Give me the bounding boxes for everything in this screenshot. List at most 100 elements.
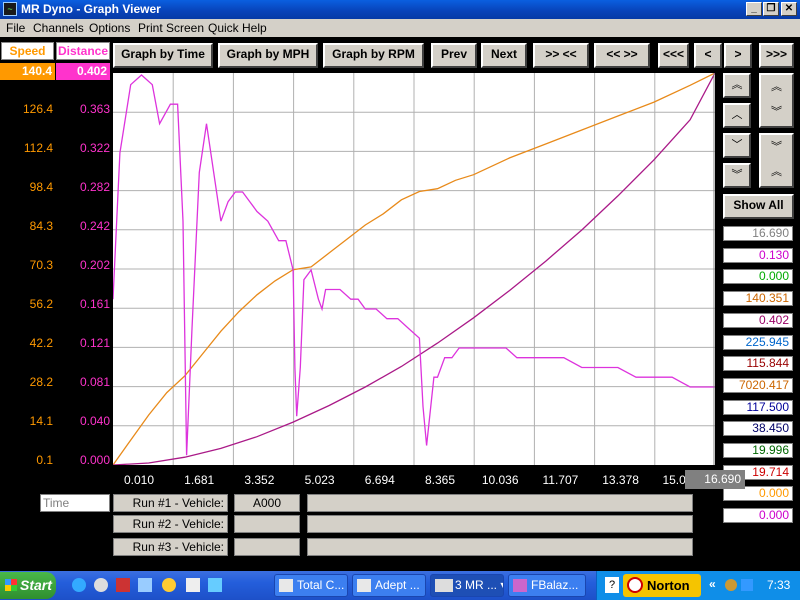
restore-button[interactable]: ❐ [763,2,779,16]
scroll-down-double-button[interactable]: ︾ [723,163,751,188]
speed-scale-label: 84.3 [29,219,53,233]
distance-scale-label: 0.040 [79,414,110,428]
task-adept[interactable]: Adept ... [352,574,426,597]
readout-value[interactable]: 117.500 [723,399,793,415]
clock-app-icon[interactable] [162,578,176,592]
readout-value[interactable]: 38.450 [723,421,793,437]
document-icon[interactable] [138,578,152,592]
x-tick-label: 3.352 [244,473,275,487]
speed-scale-label: 28.2 [29,375,53,389]
menu-file[interactable]: File [6,21,25,35]
task-icon [435,579,453,592]
readout-value[interactable]: 140.351 [723,291,793,307]
scroll-up-button[interactable]: ︿ [723,103,751,128]
readout-value[interactable]: 225.945 [723,334,793,350]
x-tick-label: 5.023 [304,473,335,487]
run-3-vehicle[interactable] [234,538,300,556]
tray-app-icon[interactable] [725,579,737,591]
task-icon [279,579,293,592]
task-label: FBalaz... [531,578,579,592]
menu-quick-help[interactable]: Quick Help [208,21,267,35]
menu-options[interactable]: Options [89,21,130,35]
save-icon[interactable] [116,578,130,592]
scroll-left-button[interactable]: < [694,43,722,68]
run-1-info [307,494,693,512]
graph-plot[interactable] [113,73,715,465]
readout-value[interactable]: 0.130 [723,247,793,263]
distance-scale-label: 0.322 [79,141,110,155]
run-3-label: Run #3 - Vehicle: [113,538,228,556]
run-2-vehicle[interactable] [234,515,300,533]
readout-value[interactable]: 19.996 [723,443,793,458]
speed-scale-label: 112.4 [23,141,53,155]
distance-scale-label: 0.242 [79,219,110,233]
zoom-out-button[interactable]: << >> [594,43,650,68]
help-icon[interactable]: ? [605,577,619,593]
scroll-start-button[interactable]: <<< [658,43,689,68]
graph-by-rpm-button[interactable]: Graph by RPM [323,43,424,68]
distance-scale-label: 0.202 [79,258,110,272]
readout-value[interactable]: 16.690 [723,226,793,241]
distance-scale-label: 0.161 [79,297,110,311]
distance-scale-label: 0.282 [79,180,110,194]
x-channel-field[interactable]: Time [40,494,110,512]
browser-icon[interactable] [72,578,86,592]
distance-scale-label: 0.000 [79,453,110,467]
clock: 7:33 [767,578,791,592]
system-tray: ? Norton « 7:33 [596,571,800,600]
media-player-icon[interactable] [94,578,108,592]
norton-icon [627,577,643,593]
zoom-in-button[interactable]: >> << [533,43,589,68]
distance-scale-label: 0.363 [79,102,110,116]
title-bar: ~ MR Dyno - Graph Viewer _ ❐ ✕ [0,0,800,19]
menu-print-screen[interactable]: Print Screen [138,21,204,35]
x-tick-label: 0.010 [123,473,155,487]
speed-scale-label: 98.4 [29,180,53,194]
start-label: Start [20,577,52,593]
graph-by-time-button[interactable]: Graph by Time [113,43,213,68]
network-icon[interactable] [741,579,753,591]
start-button[interactable]: Start [0,572,56,599]
readout-value[interactable]: 115.844 [723,356,793,372]
run-1-vehicle[interactable]: A000 [234,494,300,512]
minimize-button[interactable]: _ [746,2,762,16]
x-tick-label: 13.378 [602,473,639,487]
close-button[interactable]: ✕ [781,2,797,16]
expand-scale-button[interactable]: ︽ ︾ [759,73,794,128]
run-2-label: Run #2 - Vehicle: [113,515,228,533]
task-fbalaz[interactable]: FBalaz... [508,574,586,597]
notepad-icon[interactable] [186,578,200,592]
menu-channels[interactable]: Channels [33,21,84,35]
graph-by-mph-button[interactable]: Graph by MPH [218,43,318,68]
x-tick-label: 11.707 [542,473,579,487]
speed-top-value: 140.4 [0,63,55,80]
compress-scale-button[interactable]: ︾ ︽ [759,133,794,188]
norton-button[interactable]: Norton [623,574,701,597]
x-tick-label: 8.365 [424,473,456,487]
speed-scale-label: 70.3 [29,258,53,272]
run-3-info [307,538,693,556]
prev-button[interactable]: Prev [431,43,477,68]
scroll-right-button[interactable]: > [724,43,752,68]
tray-expand-icon[interactable]: « [709,577,716,591]
task-mr-dyno[interactable]: 3 MR ... ▾ [430,574,504,597]
readout-value[interactable]: 0.000 [723,508,793,524]
speed-header: Speed [1,42,54,60]
readout-value[interactable]: 7020.417 [723,377,793,393]
distance-scale-label: 0.121 [79,336,110,350]
scroll-down-button[interactable]: ﹀ [723,133,751,158]
show-all-button[interactable]: Show All [723,194,794,219]
scroll-end-button[interactable]: >>> [759,43,794,68]
app-shortcut-icon[interactable] [208,578,222,592]
readout-value[interactable]: 0.000 [723,269,793,285]
norton-label: Norton [647,578,690,593]
run-2-info [307,515,693,533]
task-icon [357,579,371,592]
task-total-commander[interactable]: Total C... [274,574,348,597]
scroll-up-double-button[interactable]: ︽ [723,73,751,98]
distance-scale-label: 0.081 [79,375,110,389]
speed-scale-label: 42.2 [29,336,53,350]
next-button[interactable]: Next [481,43,527,68]
task-icon [513,579,527,592]
readout-value[interactable]: 0.402 [723,312,793,328]
